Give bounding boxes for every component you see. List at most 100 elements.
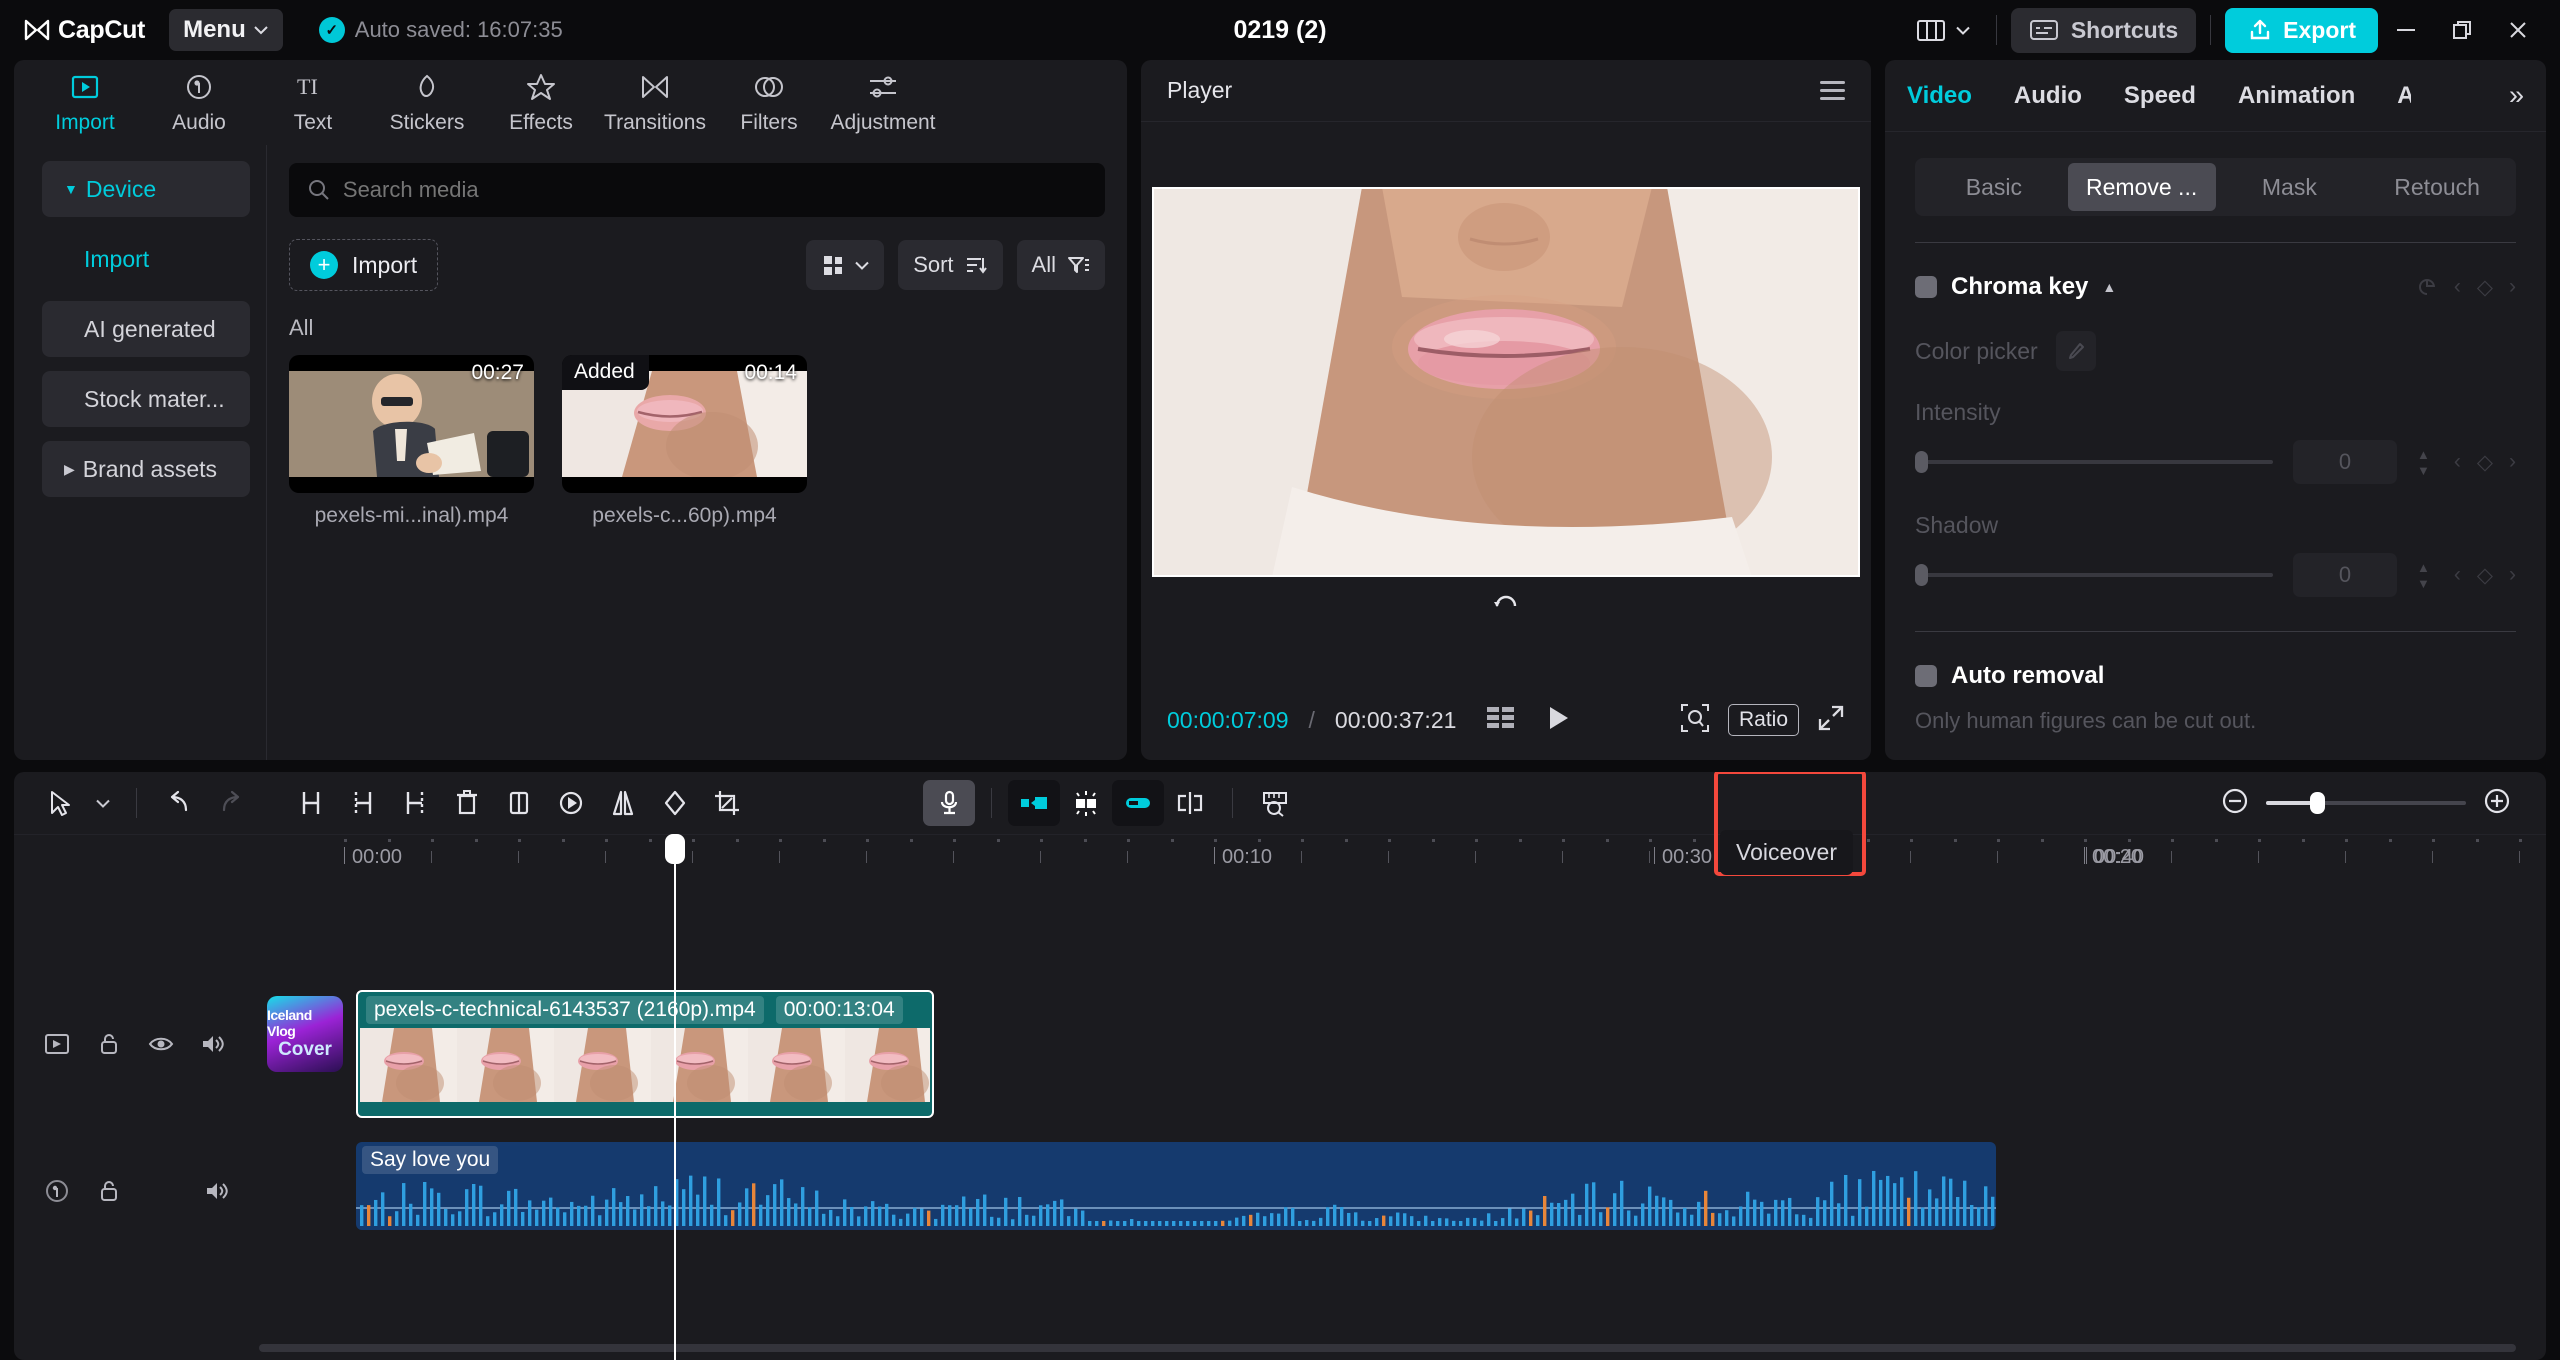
- mirror-icon[interactable]: [597, 780, 649, 826]
- layout-button[interactable]: [1904, 11, 1982, 49]
- close-button[interactable]: [2490, 6, 2546, 54]
- ratio-button[interactable]: Ratio: [1728, 704, 1799, 736]
- tab-transitions[interactable]: Transitions: [598, 64, 712, 141]
- search-bar[interactable]: [289, 163, 1105, 217]
- link-icon[interactable]: [1112, 780, 1164, 826]
- redo-icon[interactable]: [205, 780, 257, 826]
- eye-icon[interactable]: [140, 1023, 182, 1065]
- tab-audio[interactable]: Audio: [2014, 82, 2082, 110]
- player-menu-icon[interactable]: [1820, 81, 1845, 100]
- rotate-handle-icon[interactable]: [1493, 590, 1519, 616]
- next-keyframe-icon[interactable]: ›: [2509, 450, 2516, 474]
- tab-audio[interactable]: Audio: [142, 64, 256, 141]
- video-preview[interactable]: [1152, 187, 1860, 577]
- caret-up-icon[interactable]: ▲: [2102, 279, 2116, 295]
- timeline-horizontal-scrollbar[interactable]: [259, 1344, 2516, 1352]
- audio-fade-icon[interactable]: [36, 1170, 78, 1212]
- resize-handle-bottom[interactable]: [1491, 575, 1521, 577]
- sidebar-item-import[interactable]: Import: [42, 231, 250, 287]
- prev-keyframe-icon[interactable]: ‹: [2454, 275, 2461, 299]
- segment-retouch[interactable]: Retouch: [2363, 163, 2511, 211]
- maximize-button[interactable]: [2434, 6, 2490, 54]
- crop-icon[interactable]: [701, 780, 753, 826]
- select-dropdown-icon[interactable]: [86, 780, 120, 826]
- grid-view-button[interactable]: [806, 240, 884, 290]
- next-keyframe-icon[interactable]: ›: [2509, 275, 2516, 299]
- add-keyframe-icon[interactable]: ◇: [2477, 275, 2493, 300]
- tab-video[interactable]: Video: [1907, 82, 1972, 110]
- undo-icon[interactable]: [153, 780, 205, 826]
- more-tabs-icon[interactable]: »: [2509, 80, 2524, 111]
- minimize-button[interactable]: [2378, 6, 2434, 54]
- sidebar-item-brand-assets[interactable]: ▶ Brand assets: [42, 441, 250, 497]
- rotate-icon[interactable]: [649, 780, 701, 826]
- intensity-value[interactable]: 0: [2293, 440, 2397, 484]
- keyframe-marker-icon[interactable]: [1164, 780, 1216, 826]
- tab-filters[interactable]: Filters: [712, 64, 826, 141]
- zoom-slider-knob[interactable]: [2310, 792, 2325, 814]
- sidebar-item-ai-generated[interactable]: AI generated: [42, 301, 250, 357]
- delete-icon[interactable]: [441, 780, 493, 826]
- slider-knob[interactable]: [1915, 451, 1928, 473]
- add-keyframe-icon[interactable]: ◇: [2477, 450, 2493, 475]
- sidebar-item-stock-materials[interactable]: Stock mater...: [42, 371, 250, 427]
- resize-handle-top[interactable]: [1491, 187, 1521, 189]
- tab-import[interactable]: Import: [28, 64, 142, 141]
- video-clip[interactable]: pexels-c-technical-6143537 (2160p).mp4 0…: [356, 990, 934, 1118]
- trim-right-icon[interactable]: [389, 780, 441, 826]
- zoom-preview-icon[interactable]: [1680, 703, 1710, 738]
- split-icon[interactable]: [285, 780, 337, 826]
- playhead-handle[interactable]: [665, 834, 685, 864]
- add-keyframe-icon[interactable]: ◇: [2477, 563, 2493, 588]
- shortcuts-button[interactable]: Shortcuts: [2011, 8, 2196, 53]
- export-button[interactable]: Export: [2225, 8, 2378, 53]
- tab-effects[interactable]: Effects: [484, 64, 598, 141]
- segment-mask[interactable]: Mask: [2216, 163, 2364, 211]
- slider-knob[interactable]: [1915, 564, 1928, 586]
- chroma-key-checkbox[interactable]: [1915, 276, 1937, 298]
- prev-keyframe-icon[interactable]: ‹: [2454, 450, 2461, 474]
- cover-thumbnail[interactable]: Iceland VlogCover: [267, 996, 343, 1072]
- media-item[interactable]: 00:27 pexels-mi...inal).mp4: [289, 355, 534, 528]
- auto-adjust-icon[interactable]: [1060, 780, 1112, 826]
- filter-button[interactable]: All: [1017, 240, 1105, 290]
- zoom-in-button[interactable]: [2482, 786, 2512, 821]
- tab-stickers[interactable]: Stickers: [370, 64, 484, 141]
- playhead[interactable]: [674, 834, 676, 1360]
- select-tool-icon[interactable]: [34, 780, 86, 826]
- shadow-value[interactable]: 0: [2293, 553, 2397, 597]
- lock-icon[interactable]: [88, 1170, 130, 1212]
- eyedropper-button[interactable]: [2056, 331, 2096, 371]
- freeze-frame-icon[interactable]: [493, 780, 545, 826]
- auto-fill-icon[interactable]: [1008, 780, 1060, 826]
- tab-speed[interactable]: Speed: [2124, 82, 2196, 110]
- trim-left-icon[interactable]: [337, 780, 389, 826]
- fullscreen-icon[interactable]: [1817, 704, 1845, 737]
- prev-keyframe-icon[interactable]: ‹: [2454, 563, 2461, 587]
- media-item[interactable]: Added 00:14 pexels-c...60p).mp4: [562, 355, 807, 528]
- timeline-ruler[interactable]: 00:00 00:10 00:20 00:30 00:40: [14, 834, 2546, 878]
- shadow-stepper[interactable]: ▲▼: [2417, 561, 2430, 590]
- reverse-icon[interactable]: [545, 780, 597, 826]
- play-button[interactable]: [1544, 704, 1572, 737]
- tab-adjustment[interactable]: Adjustment: [826, 64, 940, 141]
- zoom-out-button[interactable]: [2220, 786, 2250, 821]
- auto-removal-checkbox[interactable]: [1915, 665, 1937, 687]
- segment-basic[interactable]: Basic: [1920, 163, 2068, 211]
- measure-icon[interactable]: [1249, 780, 1301, 826]
- tab-animation[interactable]: Animation: [2238, 82, 2355, 110]
- volume-icon[interactable]: [196, 1170, 238, 1212]
- lock-icon[interactable]: [88, 1023, 130, 1065]
- track-preview-icon[interactable]: [36, 1023, 78, 1065]
- zoom-slider[interactable]: [2266, 801, 2466, 805]
- volume-icon[interactable]: [192, 1023, 234, 1065]
- voiceover-icon[interactable]: [923, 780, 975, 826]
- frame-view-icon[interactable]: [1486, 705, 1516, 736]
- search-input[interactable]: [343, 177, 1087, 203]
- segment-remove-bg[interactable]: Remove ...: [2068, 163, 2216, 211]
- next-keyframe-icon[interactable]: ›: [2509, 563, 2516, 587]
- import-media-button[interactable]: + Import: [289, 239, 438, 291]
- tab-text[interactable]: TI Text: [256, 64, 370, 141]
- intensity-slider[interactable]: [1915, 460, 2273, 464]
- intensity-stepper[interactable]: ▲▼: [2417, 448, 2430, 477]
